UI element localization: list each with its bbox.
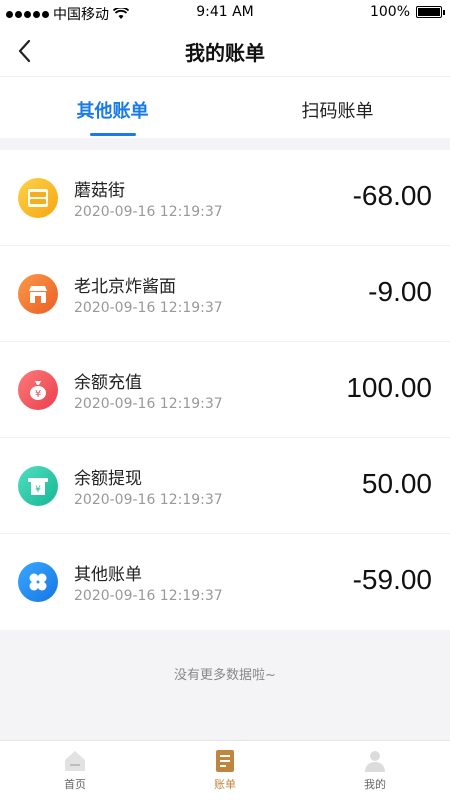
bill-time: 2020-09-16 12:19:37 bbox=[74, 588, 223, 604]
bill-name: 其他账单 bbox=[74, 565, 142, 585]
bill-time: 2020-09-16 12:19:37 bbox=[74, 492, 223, 508]
bill-icon bbox=[216, 750, 234, 772]
list-item[interactable]: 其他账单 2020-09-16 12:19:37 -59.00 bbox=[0, 534, 450, 630]
bill-amount: -9.00 bbox=[368, 276, 432, 307]
tabbar-item-bill[interactable]: 账单 bbox=[150, 741, 300, 800]
tabbar-label: 我的 bbox=[364, 778, 386, 791]
list-item[interactable]: 蘑菇街 2020-09-16 12:19:37 -68.00 bbox=[0, 150, 450, 246]
tab-scan-bills[interactable]: 扫码账单 bbox=[225, 77, 450, 138]
clover-icon bbox=[18, 562, 58, 602]
battery-label: 100% bbox=[369, 4, 410, 20]
chevron-left-icon bbox=[18, 39, 31, 63]
tabbar-label: 账单 bbox=[214, 778, 236, 791]
tabbar-label: 首页 bbox=[64, 778, 86, 791]
store-icon bbox=[18, 274, 58, 314]
status-right: 100% bbox=[369, 4, 445, 20]
bill-name: 老北京炸酱面 bbox=[74, 277, 176, 297]
status-bar: 中国移动 9:41 AM 100% bbox=[0, 0, 450, 26]
bill-amount: -68.00 bbox=[352, 180, 432, 211]
bill-amount: 100.00 bbox=[346, 372, 432, 403]
page-title: 我的账单 bbox=[185, 40, 265, 65]
bill-list: 蘑菇街 2020-09-16 12:19:37 -68.00 老北京炸酱面 20… bbox=[0, 150, 450, 630]
user-icon bbox=[365, 751, 385, 772]
bill-tabs: 其他账单 扫码账单 bbox=[0, 76, 450, 138]
bill-amount: -59.00 bbox=[352, 564, 432, 595]
tab-other-bills[interactable]: 其他账单 bbox=[0, 77, 225, 138]
bill-time: 2020-09-16 12:19:37 bbox=[74, 300, 223, 316]
tabbar-item-home[interactable]: 首页 bbox=[0, 741, 150, 800]
card-icon bbox=[18, 178, 58, 218]
svg-text:¥: ¥ bbox=[35, 485, 41, 495]
withdraw-icon: ¥ bbox=[18, 466, 58, 506]
list-item[interactable]: ¥ 余额提现 2020-09-16 12:19:37 50.00 bbox=[0, 438, 450, 534]
bill-name: 余额充值 bbox=[74, 373, 142, 393]
home-icon bbox=[65, 751, 85, 771]
bill-name: 蘑菇街 bbox=[74, 181, 125, 201]
bill-name: 余额提现 bbox=[74, 469, 142, 489]
tabbar-item-mine[interactable]: 我的 bbox=[300, 741, 450, 800]
nav-bar: 我的账单 bbox=[0, 26, 450, 76]
list-item[interactable]: 老北京炸酱面 2020-09-16 12:19:37 -9.00 bbox=[0, 246, 450, 342]
bill-amount: 50.00 bbox=[361, 468, 432, 499]
back-button[interactable] bbox=[12, 36, 40, 66]
no-more-data-label: 没有更多数据啦~ bbox=[174, 668, 276, 683]
list-item[interactable]: ¥ 余额充值 2020-09-16 12:19:37 100.00 bbox=[0, 342, 450, 438]
battery-icon bbox=[416, 6, 445, 18]
bottom-tabbar: 首页 账单 我的 bbox=[0, 740, 450, 800]
money-bag-icon: ¥ bbox=[18, 370, 58, 410]
bill-time: 2020-09-16 12:19:37 bbox=[74, 396, 223, 412]
bill-time: 2020-09-16 12:19:37 bbox=[74, 204, 223, 220]
svg-text:¥: ¥ bbox=[35, 389, 41, 400]
